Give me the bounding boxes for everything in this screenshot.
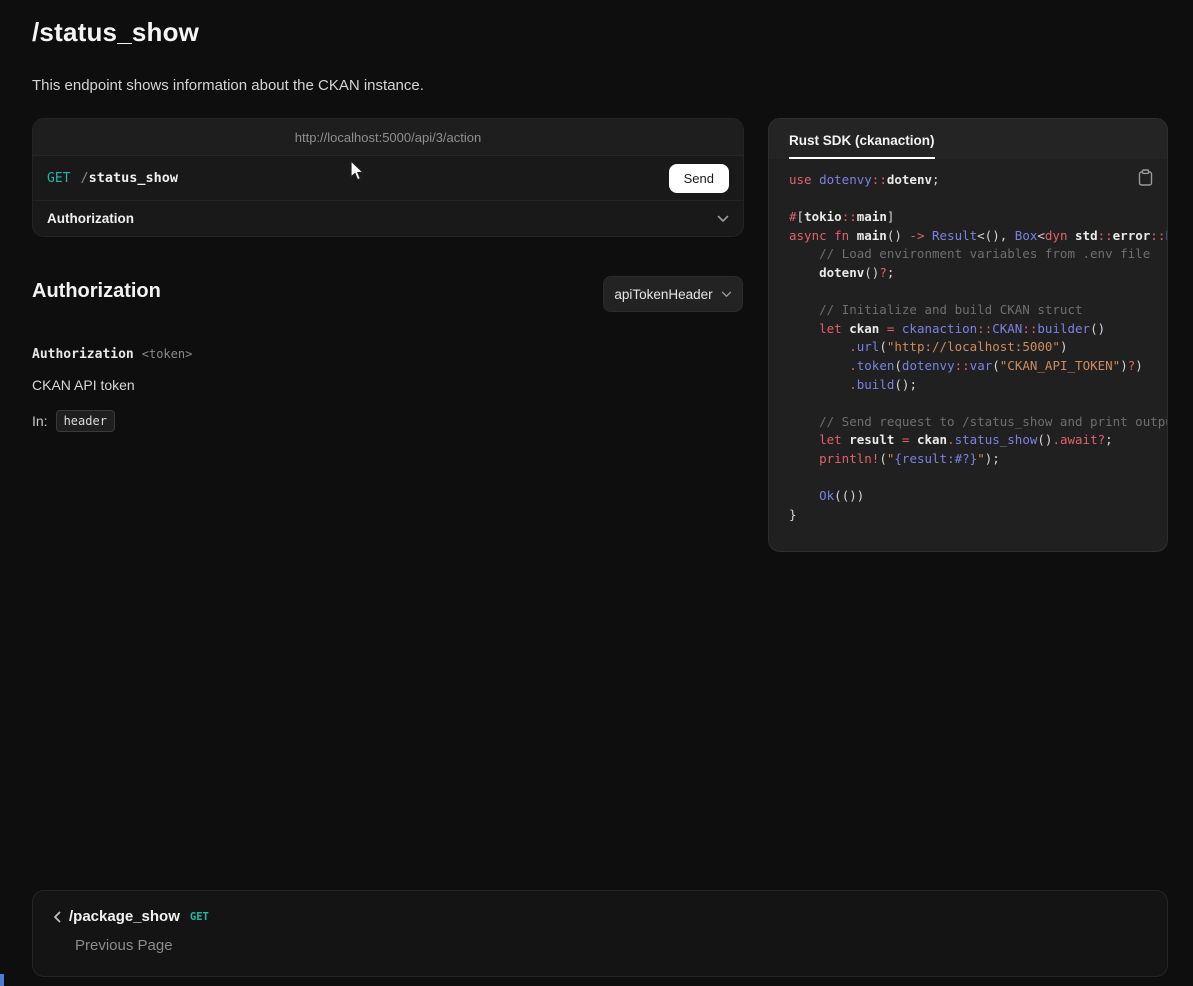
authorization-collapsible-row[interactable]: Authorization — [33, 200, 743, 236]
request-card: http://localhost:5000/api/3/action GET /… — [32, 118, 744, 237]
auth-in-value-badge: header — [56, 410, 115, 432]
code-panel-header: Rust SDK (ckanaction) — [769, 119, 1167, 159]
base-url: http://localhost:5000/api/3/action — [295, 130, 481, 145]
code-example-panel: Rust SDK (ckanaction) use dotenvy::doten… — [768, 118, 1168, 552]
authorization-row-label: Authorization — [47, 211, 134, 226]
authorization-heading: Authorization — [32, 280, 161, 303]
code-block[interactable]: use dotenvy::dotenv; #[tokio::main]async… — [789, 171, 1167, 524]
chevron-down-icon — [721, 291, 732, 298]
page-description: This endpoint shows information about th… — [32, 77, 424, 94]
send-button[interactable]: Send — [669, 164, 729, 193]
chevron-down-icon — [717, 215, 729, 223]
page-title: /status_show — [32, 17, 199, 48]
previous-page-card[interactable]: /package_show GET Previous Page — [32, 890, 1168, 977]
auth-param-description: CKAN API token — [32, 377, 135, 393]
auth-param-name: Authorization — [32, 347, 134, 362]
auth-in-label: In: — [32, 413, 48, 429]
tab-rust-sdk[interactable]: Rust SDK (ckanaction) — [789, 133, 935, 159]
endpoint-path: /status_show — [80, 170, 178, 186]
base-url-bar[interactable]: http://localhost:5000/api/3/action — [33, 119, 743, 156]
copy-clipboard-icon[interactable] — [1138, 169, 1153, 186]
http-method-badge: GET — [47, 171, 70, 186]
previous-page-row: /package_show GET — [53, 908, 209, 925]
auth-param: Authorization <token> — [32, 346, 192, 362]
previous-page-title: /package_show — [69, 908, 180, 925]
previous-page-method: GET — [190, 911, 209, 923]
request-row: GET /status_show Send — [33, 156, 743, 200]
previous-page-label: Previous Page — [75, 937, 173, 954]
auth-in-row: In: header — [32, 410, 115, 432]
auth-scheme-dropdown[interactable]: apiTokenHeader — [603, 276, 743, 312]
code-body: use dotenvy::dotenv; #[tokio::main]async… — [769, 159, 1167, 540]
auth-param-type: <token> — [142, 347, 193, 361]
page: /status_show This endpoint shows informa… — [0, 0, 1193, 986]
scroll-edge-accent — [0, 974, 4, 986]
chevron-left-icon — [53, 911, 61, 923]
auth-scheme-selected: apiTokenHeader — [614, 287, 712, 302]
